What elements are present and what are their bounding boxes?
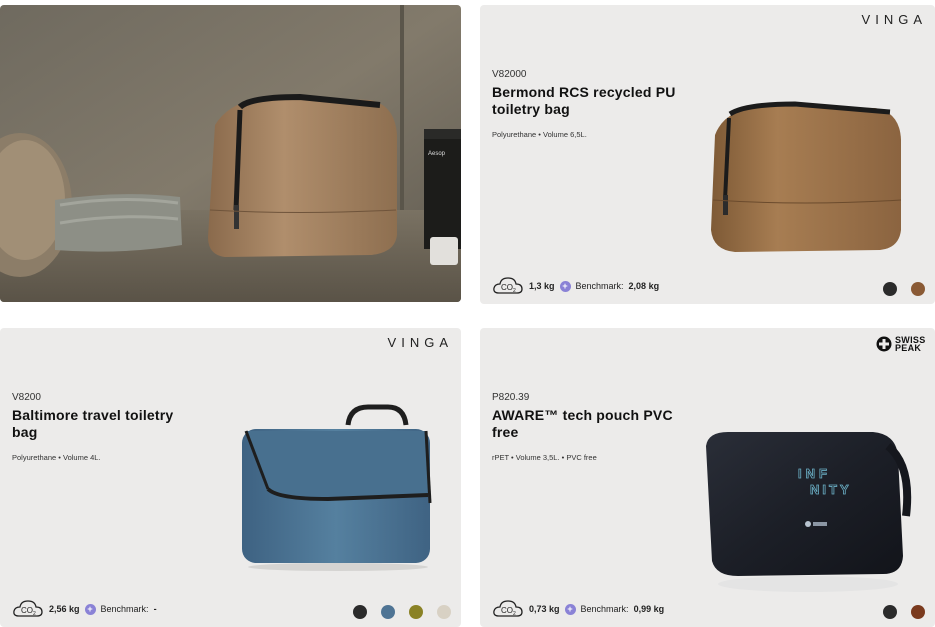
color-swatch[interactable] <box>353 605 367 619</box>
benchmark-value: 0,99 kg <box>633 604 665 614</box>
plus-icon[interactable]: + <box>84 603 96 615</box>
color-swatch[interactable] <box>883 282 897 296</box>
product-specs: rPET • Volume 3,5L. • PVC free <box>492 453 597 462</box>
product-sku: P820.39 <box>492 392 530 403</box>
color-swatch[interactable] <box>911 605 925 619</box>
svg-text:2: 2 <box>513 288 516 294</box>
pouch-print-line1: INF <box>798 466 831 481</box>
product-image[interactable] <box>238 403 438 573</box>
lifestyle-photo[interactable]: Aesop <box>0 5 461 302</box>
color-swatch[interactable] <box>437 605 451 619</box>
product-sku: V8200 <box>12 392 41 403</box>
co2-cloud-icon: CO 2 <box>492 276 524 296</box>
co2-value: 1,3 kg <box>529 281 555 291</box>
product-specs: Polyurethane • Volume 6,5L. <box>492 130 587 139</box>
brand-name: SWISS PEAK <box>895 335 926 353</box>
product-card[interactable]: VINGA V8200 Baltimore travel toiletry ba… <box>0 328 461 627</box>
color-swatch[interactable] <box>381 605 395 619</box>
co2-value: 0,73 kg <box>529 604 560 614</box>
benchmark-label: Benchmark: <box>580 604 629 614</box>
color-swatch[interactable] <box>409 605 423 619</box>
product-title[interactable]: Bermond RCS recycled PU toiletry bag <box>492 84 682 118</box>
product-title[interactable]: Baltimore travel toiletry bag <box>12 407 202 441</box>
benchmark-label: Benchmark: <box>100 604 149 614</box>
brand-logo: VINGA <box>861 12 927 27</box>
color-swatches <box>883 282 925 296</box>
benchmark-value: 2,08 kg <box>628 281 660 291</box>
color-swatch[interactable] <box>883 605 897 619</box>
plus-icon[interactable]: + <box>564 603 576 615</box>
product-image[interactable]: INF NITY <box>698 426 913 596</box>
sustainability-info: CO 2 0,73 kg + Benchmark: 0,99 kg <box>492 599 664 619</box>
svg-text:2: 2 <box>513 611 516 617</box>
swiss-cross-icon <box>876 336 892 352</box>
brand-logo: VINGA <box>387 335 453 350</box>
plus-icon[interactable]: + <box>559 280 571 292</box>
bathroom-scene-image: Aesop <box>0 5 461 302</box>
benchmark-value: - <box>153 604 157 614</box>
product-specs: Polyurethane • Volume 4L. <box>12 453 101 462</box>
product-sku: V82000 <box>492 69 527 80</box>
color-swatches <box>883 605 925 619</box>
svg-text:CO: CO <box>501 283 513 292</box>
product-card[interactable]: SWISS PEAK P820.39 AWARE™ tech pouch PVC… <box>480 328 935 627</box>
jar-label: Aesop <box>428 151 446 157</box>
svg-text:CO: CO <box>21 606 33 615</box>
product-card[interactable]: VINGA V82000 Bermond RCS recycled PU toi… <box>480 5 935 304</box>
co2-value: 2,56 kg <box>49 604 80 614</box>
pouch-print-line2: NITY <box>810 482 852 497</box>
co2-cloud-icon: CO 2 <box>12 599 44 619</box>
brand-logo: SWISS PEAK <box>876 335 929 353</box>
svg-text:CO: CO <box>501 606 513 615</box>
svg-text:2: 2 <box>33 611 36 617</box>
product-title[interactable]: AWARE™ tech pouch PVC free <box>492 407 682 441</box>
co2-cloud-icon: CO 2 <box>492 599 524 619</box>
benchmark-label: Benchmark: <box>575 281 624 291</box>
sustainability-info: CO 2 1,3 kg + Benchmark: 2,08 kg <box>492 276 659 296</box>
color-swatches <box>353 605 451 619</box>
product-image[interactable] <box>705 100 905 260</box>
sustainability-info: CO 2 2,56 kg + Benchmark: - <box>12 599 157 619</box>
color-swatch[interactable] <box>911 282 925 296</box>
